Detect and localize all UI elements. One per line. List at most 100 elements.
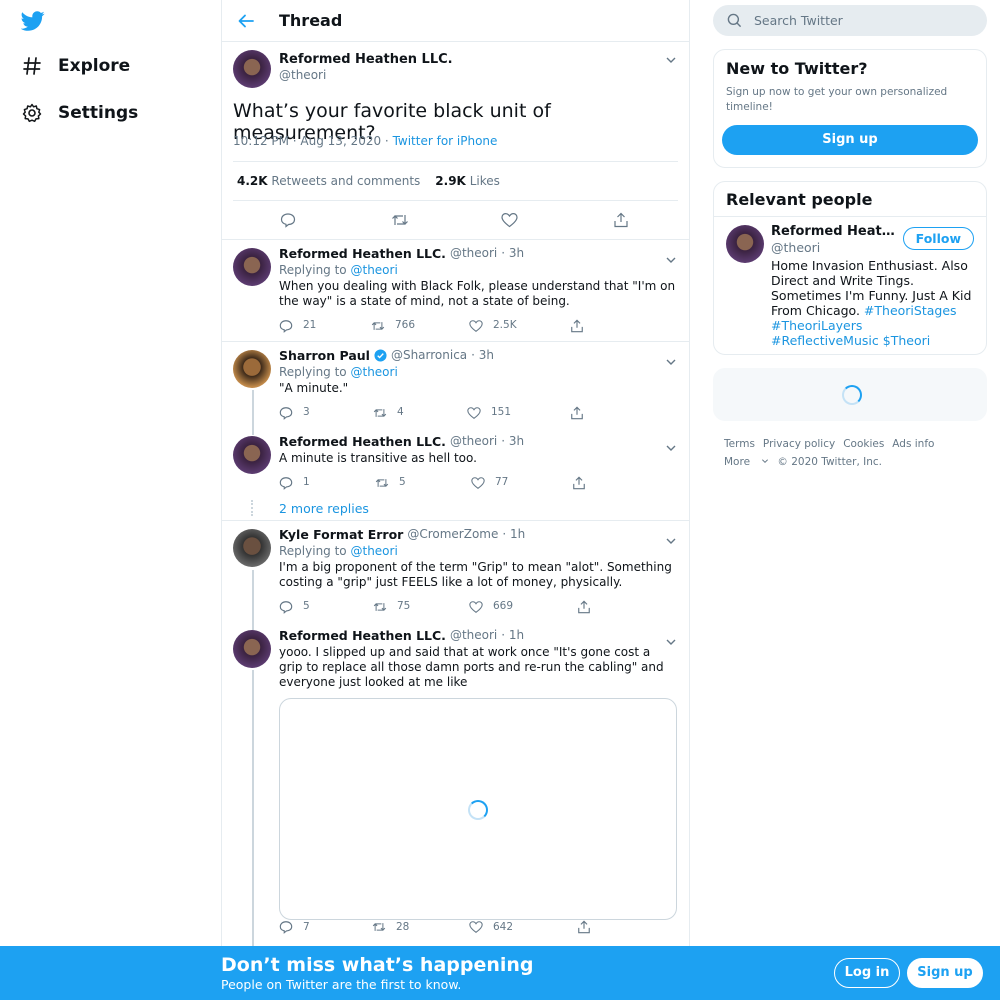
hashtag-link[interactable]: #TheoriStages: [864, 303, 957, 318]
like-action[interactable]: 642: [469, 920, 577, 934]
tweet-time[interactable]: · 3h: [501, 246, 524, 261]
user-handle[interactable]: @theori: [279, 68, 453, 82]
hashtag-link[interactable]: #ReflectiveMusic: [771, 333, 879, 348]
follow-button[interactable]: Follow: [902, 227, 974, 250]
login-button[interactable]: Log in: [834, 958, 900, 988]
tweet-time[interactable]: · 3h: [471, 348, 494, 363]
share-action[interactable]: [572, 476, 586, 490]
nav-explore[interactable]: Explore: [22, 56, 130, 76]
focal-user[interactable]: Reformed Heathen LLC. @theori: [233, 50, 453, 88]
tweet-time[interactable]: · 1h: [502, 527, 525, 542]
like-icon[interactable]: [501, 212, 518, 228]
avatar[interactable]: [233, 248, 271, 286]
user-handle[interactable]: @CromerZome: [407, 527, 498, 542]
cashtag-link[interactable]: $Theori: [883, 333, 930, 348]
user-name[interactable]: Reformed Heathen LLC.: [279, 52, 453, 67]
retweet-action[interactable]: 5: [375, 475, 471, 490]
footer-more[interactable]: More: [724, 456, 769, 468]
reply-action[interactable]: 5: [279, 599, 373, 614]
reply-action[interactable]: 21: [279, 318, 371, 333]
chevron-down-icon[interactable]: [665, 54, 677, 66]
share-action[interactable]: [570, 319, 584, 333]
back-arrow-icon[interactable]: [237, 12, 255, 30]
hashtag-icon: [22, 56, 42, 76]
user-handle[interactable]: @theori: [450, 434, 497, 449]
signup-button[interactable]: Sign up: [722, 125, 978, 155]
replying-to-link[interactable]: @theori: [350, 365, 397, 379]
retweet-action[interactable]: 75: [373, 599, 469, 614]
footer-more-label: More: [724, 456, 751, 468]
share-action[interactable]: [577, 920, 591, 934]
likes-stat[interactable]: 2.9K Likes: [435, 174, 500, 188]
search-input[interactable]: Search Twitter: [754, 13, 843, 28]
reply-tweet[interactable]: Reformed Heathen LLC. @theori · 3h Replyin…: [222, 240, 689, 341]
footer-terms[interactable]: Terms: [724, 438, 755, 450]
avatar[interactable]: [233, 630, 271, 668]
like-action[interactable]: 2.5K: [469, 318, 570, 333]
user-handle[interactable]: @theori: [450, 246, 497, 261]
media-embed[interactable]: [279, 698, 677, 920]
user-name[interactable]: Reformed Heathen LLC.: [279, 246, 446, 261]
signup-button[interactable]: Sign up: [907, 958, 983, 988]
tweet-time[interactable]: 10:12 PM · Aug 13, 2020 ·: [233, 134, 393, 148]
retweet-action[interactable]: 4: [373, 405, 467, 420]
tweet-time[interactable]: · 3h: [501, 434, 524, 449]
share-icon[interactable]: [613, 212, 629, 228]
trends-card-loading: [713, 368, 987, 421]
user-name[interactable]: Reformed Heathen LLC.: [279, 628, 446, 643]
chevron-down-icon: [762, 459, 769, 464]
tweet-source[interactable]: Twitter for iPhone: [393, 134, 498, 148]
replying-to-link[interactable]: @theori: [350, 263, 397, 277]
chevron-down-icon[interactable]: [665, 636, 677, 648]
chevron-down-icon[interactable]: [665, 535, 677, 547]
footer-cookies[interactable]: Cookies: [843, 438, 884, 450]
reply-tweet[interactable]: Reformed Heathen LLC. @theori · 3h A minut…: [222, 428, 689, 498]
share-action[interactable]: [577, 600, 591, 614]
hashtag-link[interactable]: #TheoriLayers: [771, 318, 862, 333]
retweet-action[interactable]: 766: [371, 318, 469, 333]
search-box[interactable]: Search Twitter: [713, 5, 987, 36]
loading-spinner: [842, 385, 862, 405]
like-action[interactable]: 151: [467, 405, 570, 420]
reply-tweet[interactable]: Sharron Paul @Sharronica · 3h Replying to…: [222, 342, 689, 428]
like-count: 151: [491, 406, 512, 418]
reply-icon[interactable]: [280, 212, 296, 228]
user-handle[interactable]: @Sharronica: [391, 348, 467, 363]
tweet-time[interactable]: · 1h: [501, 628, 524, 643]
share-action[interactable]: [570, 406, 584, 420]
user-name[interactable]: Sharron Paul: [279, 348, 370, 363]
reply-action[interactable]: 1: [279, 475, 375, 490]
like-action[interactable]: 669: [469, 599, 577, 614]
reply-action[interactable]: 7: [279, 920, 372, 934]
likes-label: Likes: [469, 174, 500, 188]
user-handle[interactable]: @theori: [450, 628, 497, 643]
retweet-icon[interactable]: [391, 212, 409, 228]
more-replies-link[interactable]: 2 more replies: [279, 501, 369, 516]
footer-privacy[interactable]: Privacy policy: [763, 438, 835, 450]
footer-ads[interactable]: Ads info: [892, 438, 934, 450]
avatar[interactable]: [233, 529, 271, 567]
replying-to-link[interactable]: @theori: [350, 544, 397, 558]
avatar[interactable]: [726, 225, 764, 263]
avatar[interactable]: [233, 350, 271, 388]
reply-count: 3: [303, 406, 310, 418]
retweets-stat[interactable]: 4.2K Retweets and comments: [237, 174, 420, 188]
twitter-bird-icon[interactable]: [21, 9, 45, 33]
chevron-down-icon[interactable]: [665, 254, 677, 266]
chevron-down-icon[interactable]: [665, 442, 677, 454]
chevron-down-icon[interactable]: [665, 356, 677, 368]
like-action[interactable]: 77: [471, 475, 572, 490]
share-icon: [578, 920, 590, 934]
user-handle[interactable]: @theori: [771, 240, 820, 255]
avatar[interactable]: [233, 50, 271, 88]
user-name[interactable]: Reformed Heathen LLC.: [279, 434, 446, 449]
nav-settings[interactable]: Settings: [22, 103, 138, 123]
user-name[interactable]: Kyle Format Error: [279, 527, 403, 542]
reply-action[interactable]: 3: [279, 405, 373, 420]
like-count: 642: [493, 921, 514, 933]
nav-explore-label: Explore: [58, 56, 131, 76]
avatar[interactable]: [233, 436, 271, 474]
user-name[interactable]: Reformed Heathen LLC.: [771, 224, 896, 239]
reply-tweet[interactable]: Kyle Format Error @CromerZome · 1h Replyin…: [222, 521, 689, 623]
retweet-action[interactable]: 28: [372, 920, 469, 934]
